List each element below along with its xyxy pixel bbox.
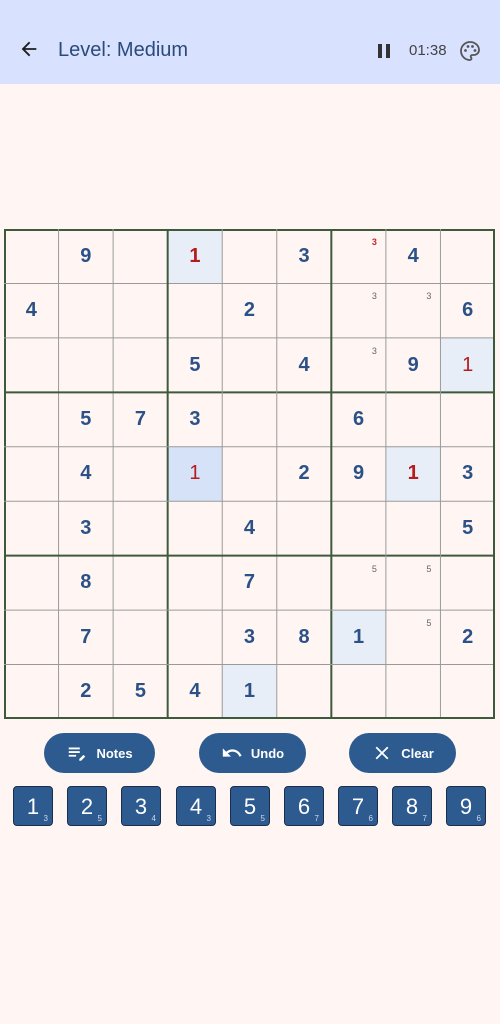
number-key-4[interactable]: 43 (176, 786, 216, 826)
key-remaining-count: 3 (43, 814, 48, 823)
number-key-1[interactable]: 13 (13, 786, 53, 826)
number-key-3[interactable]: 34 (121, 786, 161, 826)
level-title: Level: Medium (58, 39, 189, 61)
key-remaining-count: 5 (260, 814, 265, 823)
action-bar: Notes Undo Clear (0, 733, 500, 775)
undo-label: Undo (250, 745, 285, 761)
key-remaining-count: 4 (151, 814, 156, 823)
number-key-9[interactable]: 96 (446, 786, 486, 826)
arrow-back-icon[interactable] (18, 38, 40, 60)
clear-label: Clear (401, 745, 434, 761)
board-grid-lines (4, 229, 495, 719)
number-key-5[interactable]: 55 (230, 786, 270, 826)
notes-edit-icon (69, 747, 86, 761)
top-app-bar: Level: Medium 01:38 (0, 0, 500, 84)
palette-icon[interactable] (458, 39, 482, 63)
number-key-7[interactable]: 76 (338, 786, 378, 826)
undo-icon (222, 748, 242, 757)
notes-button[interactable]: Notes (44, 733, 155, 773)
undo-button[interactable]: Undo (199, 733, 306, 773)
number-key-8[interactable]: 87 (392, 786, 432, 826)
key-remaining-count: 7 (422, 814, 427, 823)
number-pad: 132534435567768796 (0, 786, 500, 828)
key-remaining-count: 7 (314, 814, 319, 823)
clear-button[interactable]: Clear (349, 733, 456, 773)
close-icon (375, 746, 389, 760)
key-remaining-count: 6 (476, 814, 481, 823)
key-remaining-count: 6 (368, 814, 373, 823)
sudoku-board: 9133442336543915736412913345875573815225… (4, 229, 495, 719)
key-remaining-count: 3 (206, 814, 211, 823)
number-key-6[interactable]: 67 (284, 786, 324, 826)
pause-icon[interactable] (376, 43, 392, 59)
notes-label: Notes (96, 745, 133, 761)
number-key-2[interactable]: 25 (67, 786, 107, 826)
key-remaining-count: 5 (97, 814, 102, 823)
game-timer: 01:38 (409, 42, 447, 59)
